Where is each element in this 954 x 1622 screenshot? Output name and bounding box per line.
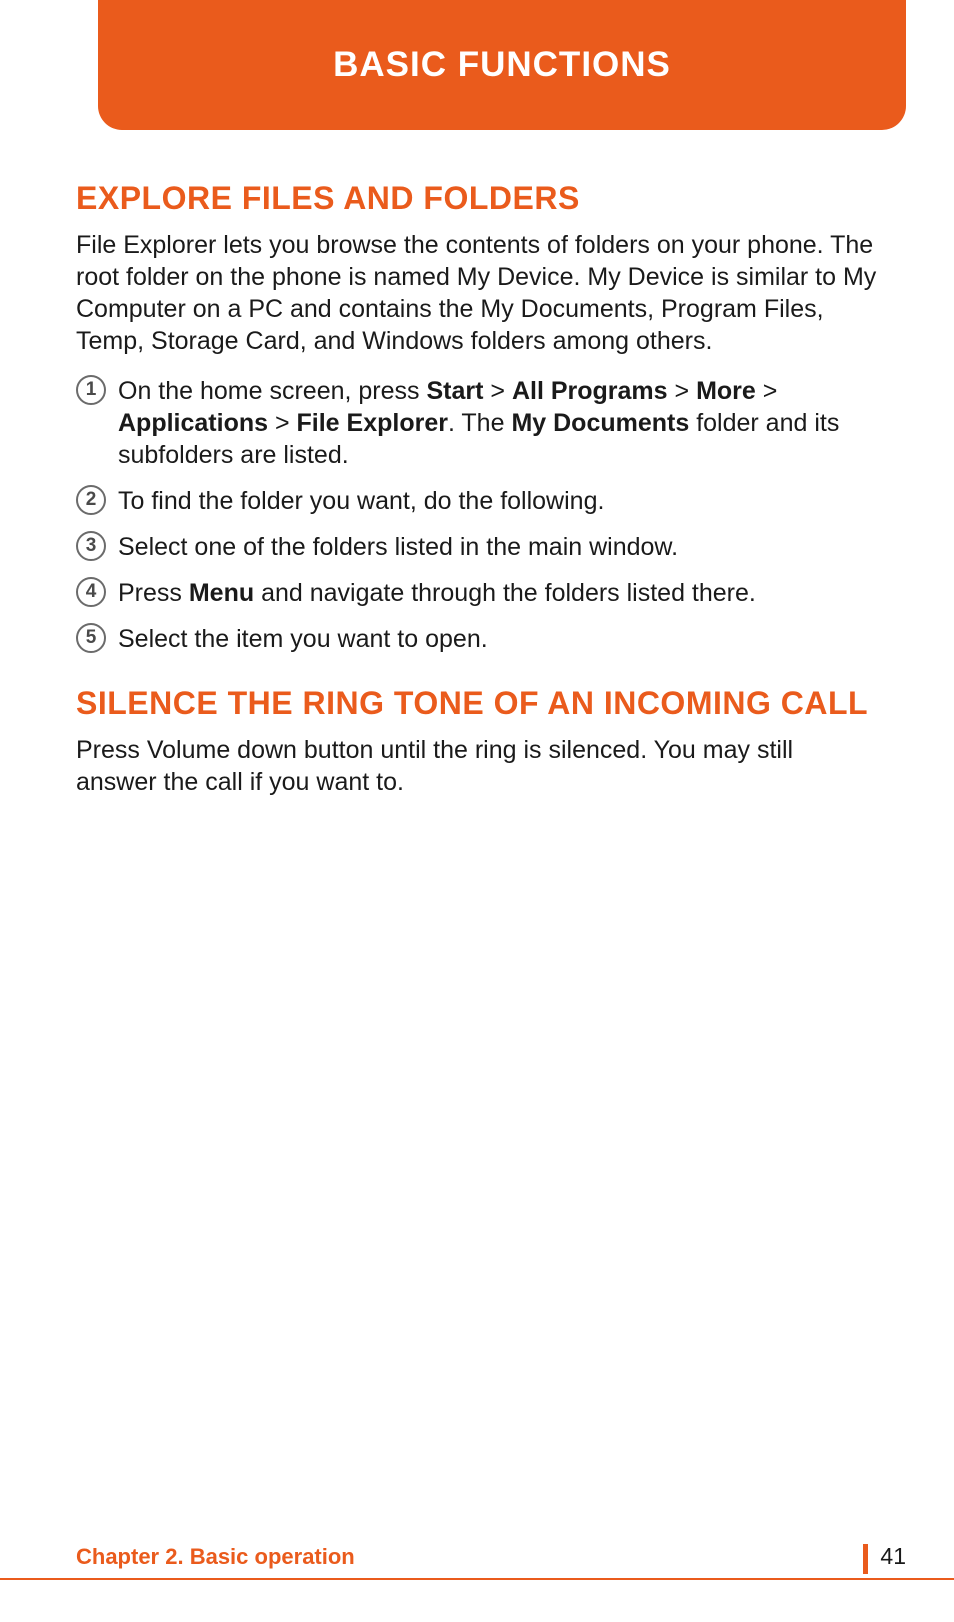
list-item: 5 Select the item you want to open. — [76, 623, 878, 655]
step-text: Select one of the folders listed in the … — [118, 531, 878, 563]
header-tab: BASIC FUNCTIONS — [98, 0, 906, 130]
section-heading-explore: EXPLORE FILES AND FOLDERS — [76, 180, 878, 217]
step-text: On the home screen, press Start > All Pr… — [118, 375, 878, 471]
footer-divider — [863, 1544, 868, 1574]
list-item: 1 On the home screen, press Start > All … — [76, 375, 878, 471]
step-number-circle: 3 — [76, 531, 106, 561]
footer-line — [0, 1578, 954, 1580]
header-title: BASIC FUNCTIONS — [333, 45, 671, 85]
step-number-circle: 1 — [76, 375, 106, 405]
step-number-circle: 5 — [76, 623, 106, 653]
section-heading-silence: SILENCE THE RING TONE OF AN INCOMING CAL… — [76, 685, 878, 722]
footer-chapter-label: Chapter 2. Basic operation — [76, 1544, 355, 1570]
section-body: Press Volume down button until the ring … — [76, 734, 878, 798]
step-text: To find the folder you want, do the foll… — [118, 485, 878, 517]
footer-page-number: 41 — [880, 1543, 906, 1570]
step-text: Press Menu and navigate through the fold… — [118, 577, 878, 609]
list-item: 2 To find the folder you want, do the fo… — [76, 485, 878, 517]
list-item: 3 Select one of the folders listed in th… — [76, 531, 878, 563]
list-item: 4 Press Menu and navigate through the fo… — [76, 577, 878, 609]
numbered-steps-list: 1 On the home screen, press Start > All … — [76, 375, 878, 655]
step-number-circle: 4 — [76, 577, 106, 607]
page-footer: Chapter 2. Basic operation 41 — [0, 1540, 954, 1580]
step-text: Select the item you want to open. — [118, 623, 878, 655]
main-content: EXPLORE FILES AND FOLDERS File Explorer … — [76, 180, 878, 816]
step-number-circle: 2 — [76, 485, 106, 515]
section-intro: File Explorer lets you browse the conten… — [76, 229, 878, 357]
